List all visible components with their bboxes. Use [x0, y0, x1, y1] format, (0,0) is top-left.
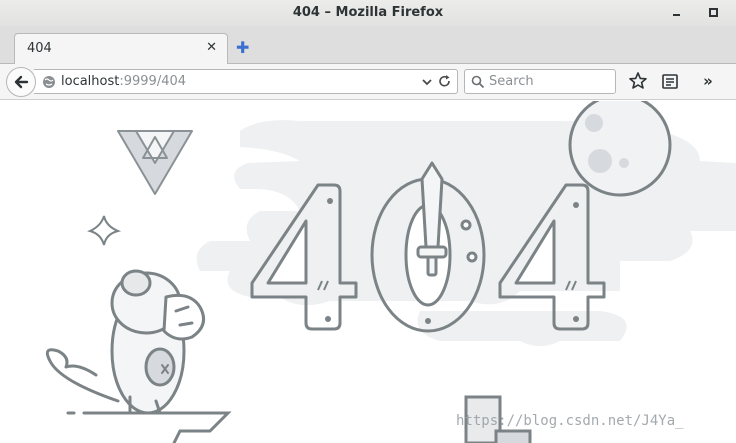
- tab-label: 404: [27, 41, 52, 56]
- window-titlebar: 404 – Mozilla Firefox: [0, 0, 736, 26]
- minimize-icon: [672, 14, 680, 16]
- tab-404[interactable]: 404 ✕: [14, 33, 228, 65]
- minimize-button[interactable]: [669, 6, 683, 20]
- back-arrow-icon: [14, 75, 29, 89]
- navigation-toolbar: localhost:9999/404 Search »: [0, 64, 736, 100]
- maximize-button[interactable]: [706, 6, 720, 20]
- triangle-icon: [117, 130, 193, 195]
- search-icon: [471, 75, 485, 89]
- bookmark-star-icon[interactable]: [628, 71, 648, 91]
- window-title: 404 – Mozilla Firefox: [292, 5, 444, 20]
- cliff-ledge: [66, 411, 232, 443]
- chevron-down-icon[interactable]: [421, 73, 433, 91]
- close-icon[interactable]: ✕: [206, 40, 217, 55]
- url-bar[interactable]: localhost:9999/404: [34, 69, 458, 94]
- maximize-icon: [708, 8, 718, 17]
- bookmarks-library-icon[interactable]: [660, 71, 680, 91]
- not-found-illustration: [45, 101, 736, 443]
- back-button[interactable]: [6, 67, 36, 97]
- search-placeholder: Search: [489, 74, 534, 89]
- search-input[interactable]: Search: [464, 69, 616, 94]
- watermark-text: https://blog.csdn.net/J4Ya_: [456, 413, 684, 429]
- monkey-illustration: [45, 269, 206, 415]
- plus-icon[interactable]: ✚: [236, 38, 249, 57]
- page-content: https://blog.csdn.net/J4Ya_: [0, 101, 736, 443]
- url-text[interactable]: localhost:9999/404: [61, 74, 186, 89]
- sparkle-icon: [87, 215, 122, 246]
- overflow-menu-icon[interactable]: »: [698, 71, 718, 91]
- moon-icon: [568, 101, 672, 197]
- reload-icon[interactable]: [438, 72, 452, 92]
- globe-icon: [43, 76, 55, 88]
- tab-strip: 404 ✕ ✚: [0, 26, 736, 65]
